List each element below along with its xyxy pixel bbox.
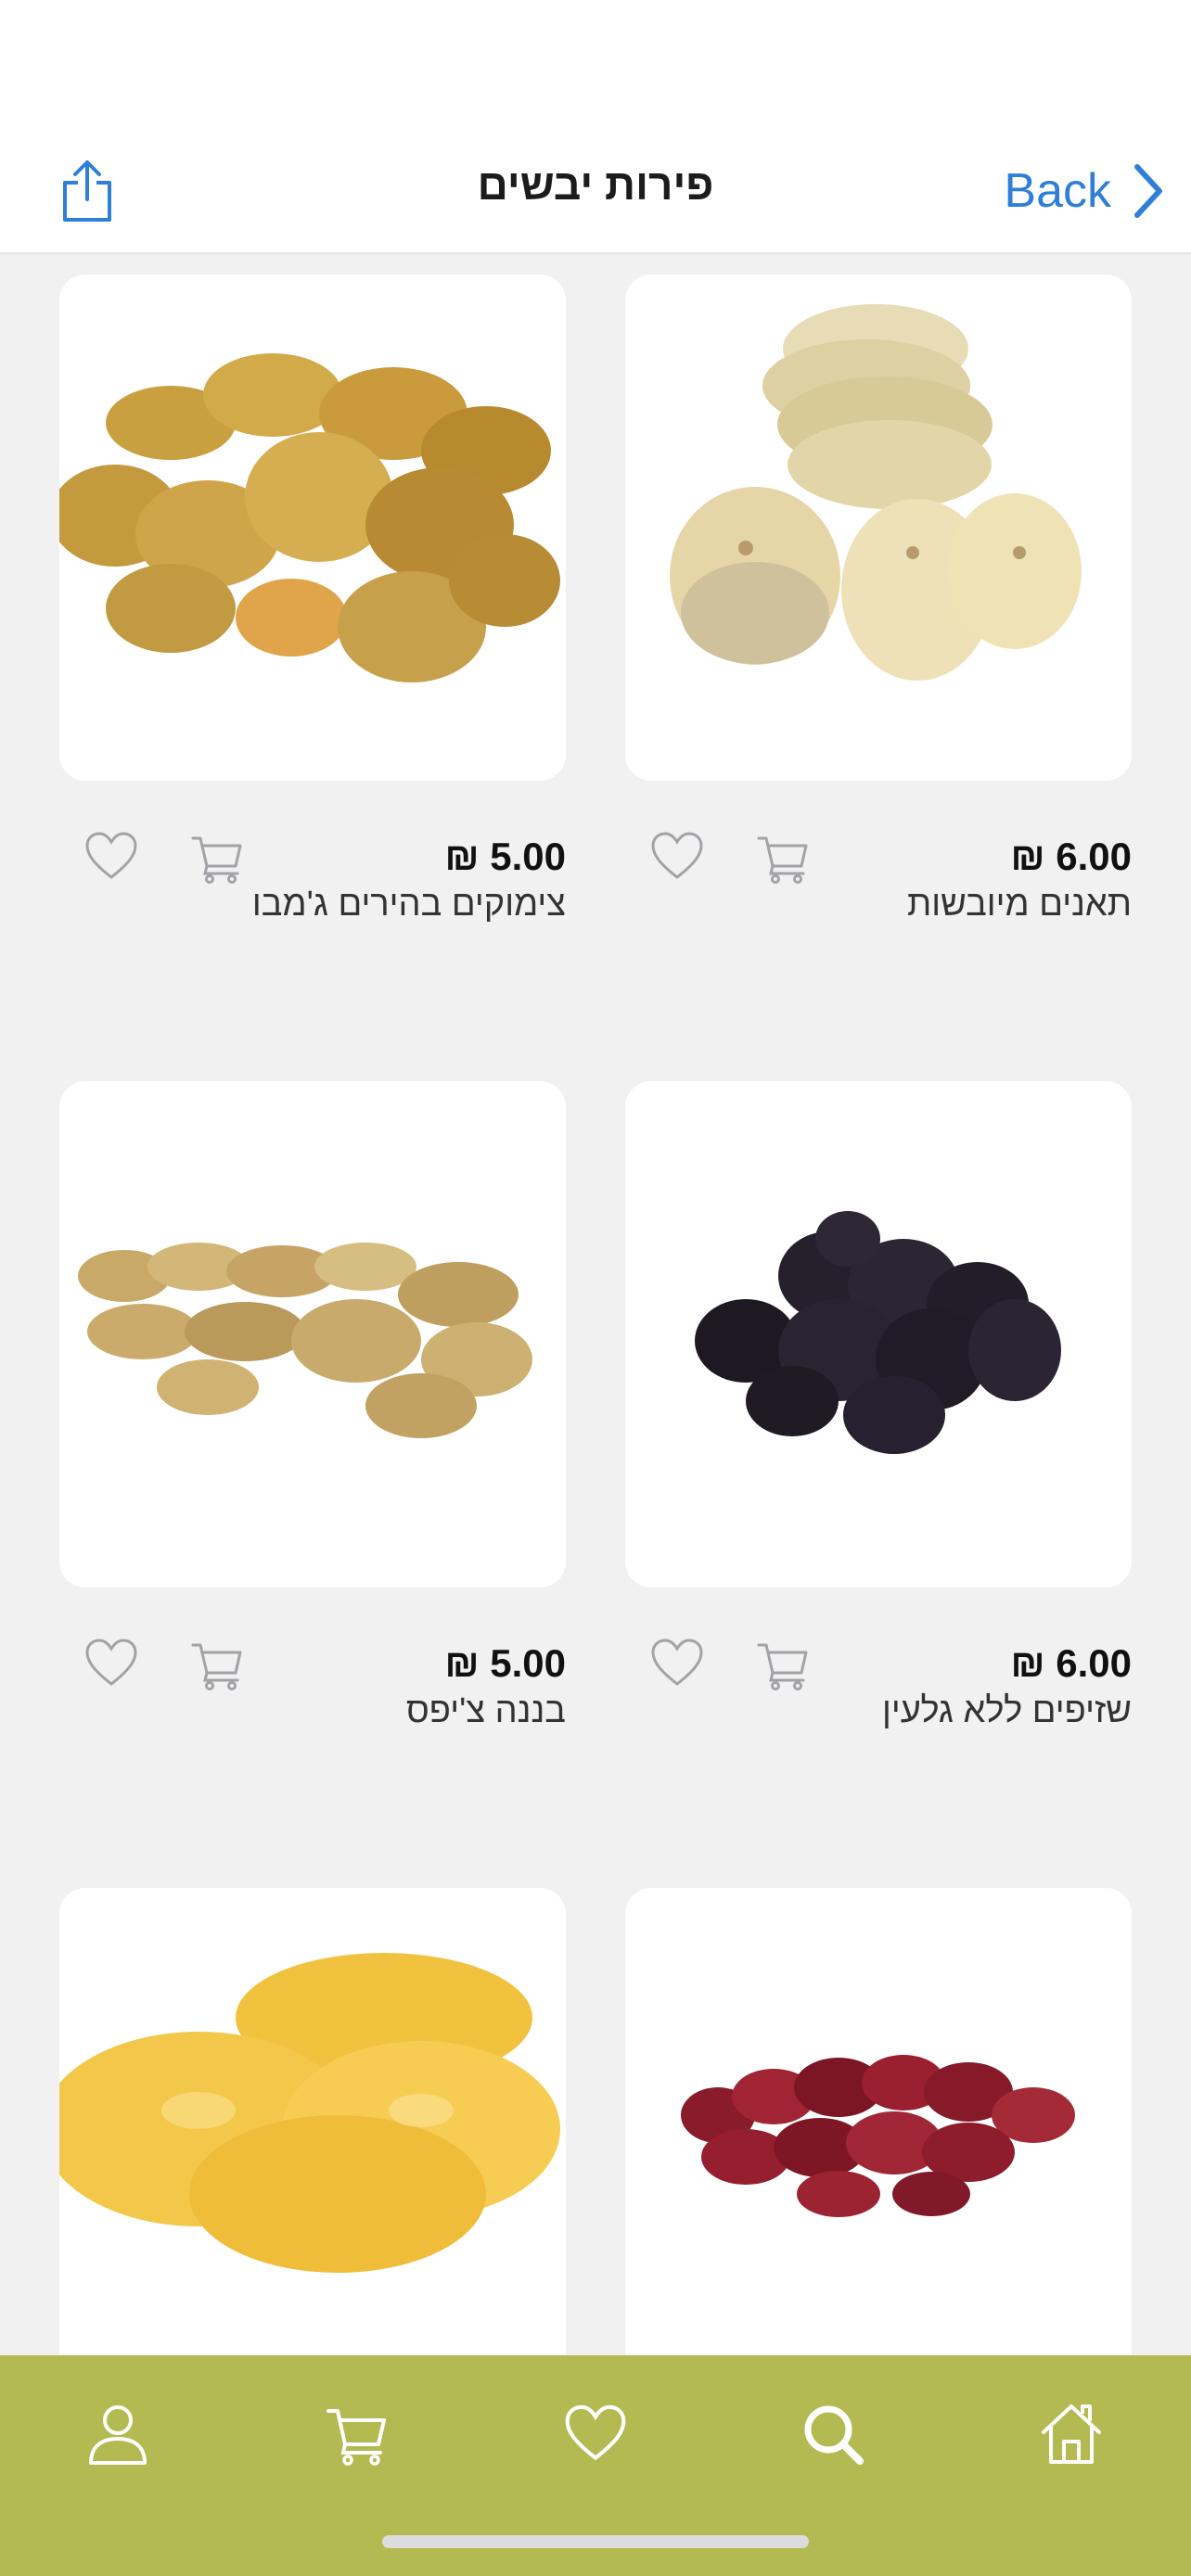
navigation-bar: פירות יבשים Back (0, 0, 1191, 254)
dried-figs-image (670, 304, 1082, 681)
favorite-heart-icon[interactable] (83, 1636, 139, 1691)
product-price: ₪ 6.00 (1010, 1641, 1132, 1685)
dried-pineapple-image (59, 1953, 560, 2273)
tab-favorites[interactable] (554, 2392, 637, 2476)
product-image[interactable] (625, 274, 1132, 781)
product-image[interactable] (59, 274, 566, 781)
tab-home[interactable] (1030, 2392, 1113, 2476)
product-image[interactable] (59, 1081, 566, 1588)
dried-cranberries-image (681, 2055, 1075, 2217)
heart-icon (565, 2404, 626, 2461)
product-card[interactable]: ₪ 6.00 שזיפים ללא גלעין (625, 1081, 1132, 1731)
product-card[interactable]: ₪ 5.00 צימוקים בהירים ג'מבו (59, 274, 566, 925)
favorite-heart-icon[interactable] (649, 829, 705, 885)
back-button[interactable]: Back (1004, 154, 1163, 228)
user-icon (89, 2405, 147, 2465)
add-to-cart-icon[interactable] (189, 1636, 245, 1691)
banana-chips-image (78, 1243, 532, 1438)
product-card[interactable] (59, 1888, 566, 2355)
product-price: ₪ 5.00 (444, 1641, 566, 1685)
add-to-cart-icon[interactable] (189, 829, 245, 885)
search-icon (804, 2405, 864, 2465)
chevron-right-icon (1134, 164, 1162, 218)
home-indicator[interactable] (382, 2535, 809, 2548)
tab-search[interactable] (791, 2392, 875, 2476)
cart-icon (327, 2409, 386, 2466)
favorite-heart-icon[interactable] (649, 1636, 705, 1691)
tab-cart[interactable] (315, 2392, 399, 2476)
product-card[interactable]: ₪ 6.00 תאנים מיובשות (625, 274, 1132, 925)
product-price: ₪ 6.00 (1010, 835, 1132, 878)
tab-profile[interactable] (76, 2392, 160, 2476)
add-to-cart-icon[interactable] (755, 829, 811, 885)
product-card[interactable]: ₪ 5.00 בננה צ'יפס (59, 1081, 566, 1731)
golden-raisins-image (59, 353, 560, 682)
product-card[interactable] (625, 1888, 1132, 2355)
product-image[interactable] (625, 1081, 1132, 1588)
product-image[interactable] (625, 1888, 1132, 2355)
pitted-prunes-image (695, 1211, 1061, 1454)
product-price: ₪ 5.00 (444, 835, 566, 878)
home-icon (1042, 2404, 1101, 2464)
product-image[interactable] (59, 1888, 566, 2355)
product-grid: ₪ 6.00 תאנים מיובשות ₪ 5.00 צימוקים בהיר… (0, 254, 1191, 2355)
add-to-cart-icon[interactable] (755, 1636, 811, 1691)
back-label: Back (1004, 164, 1111, 218)
favorite-heart-icon[interactable] (83, 829, 139, 885)
